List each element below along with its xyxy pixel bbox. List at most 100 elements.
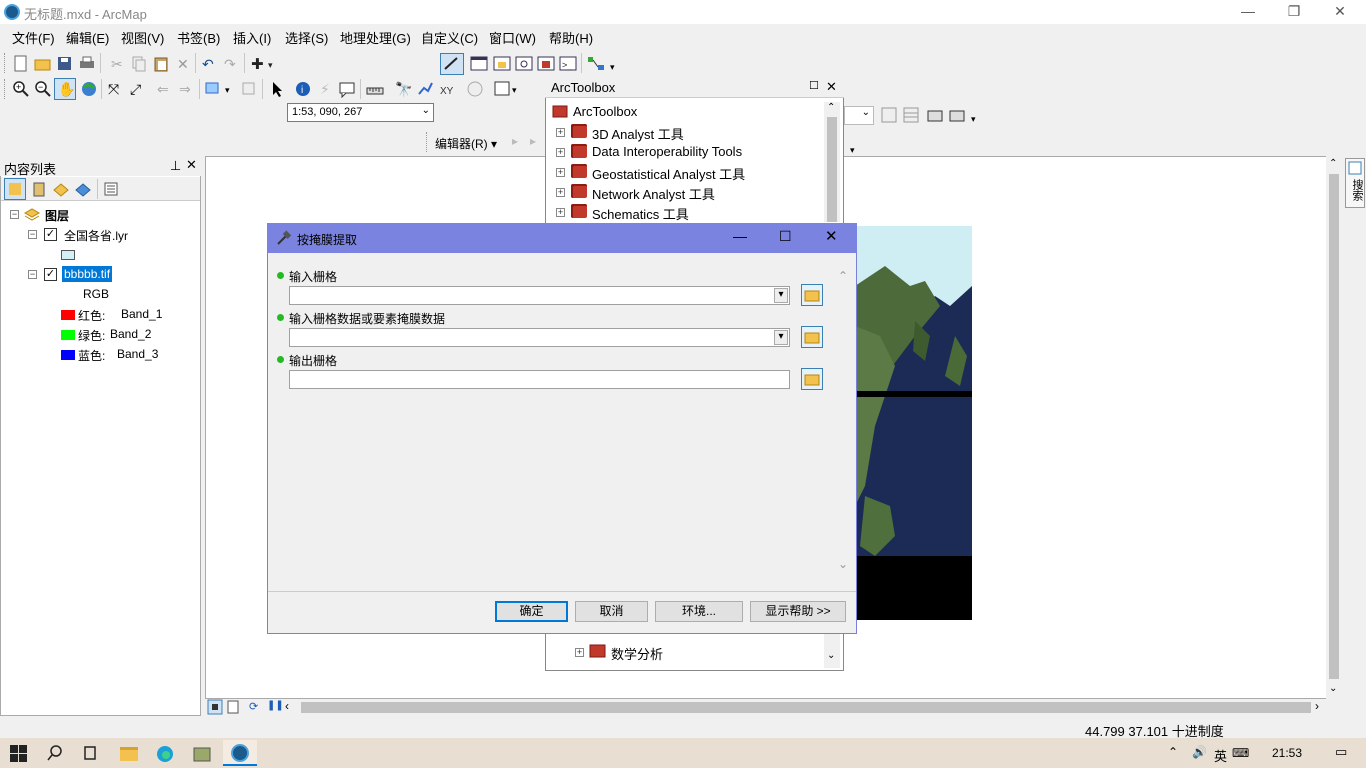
browse-folder-icon[interactable] — [801, 326, 823, 348]
browse-folder-icon[interactable] — [801, 368, 823, 390]
scroll-thumb[interactable] — [301, 702, 1311, 713]
maximize-icon[interactable]: ☐ — [779, 228, 792, 245]
table-icon[interactable] — [902, 106, 920, 124]
go-to-xy-icon[interactable]: XY — [438, 80, 456, 98]
toolbox-scrollbar-bottom[interactable]: ⌄ — [824, 634, 840, 668]
save-icon[interactable] — [56, 55, 74, 73]
zoom-in-icon[interactable]: + — [12, 80, 30, 98]
layer-visibility-checkbox[interactable]: ✓ — [44, 268, 57, 281]
hyperlink-icon[interactable]: ⚡ — [316, 80, 334, 98]
scroll-up-icon[interactable]: ⌃ — [827, 102, 835, 113]
input-method-label[interactable]: 英 — [1214, 746, 1227, 765]
zoom-out-icon[interactable]: − — [34, 80, 52, 98]
toolbar-overflow-icon[interactable]: ▾ — [610, 62, 615, 73]
add-data-icon[interactable]: ✚ ▾ — [250, 55, 278, 73]
toolbox-item[interactable]: Data Interoperability Tools — [592, 144, 742, 159]
search-icon[interactable] — [46, 744, 64, 762]
restore-button[interactable]: ❐ — [1271, 0, 1317, 24]
catalog-window-icon[interactable] — [493, 55, 511, 73]
browse-folder-icon[interactable] — [801, 284, 823, 306]
print-icon[interactable] — [78, 55, 96, 73]
toolbar-grip[interactable] — [426, 132, 429, 152]
select-elements-icon[interactable] — [268, 80, 286, 98]
copy-icon[interactable] — [130, 55, 148, 73]
close-icon[interactable]: ✕ — [826, 79, 837, 95]
pause-drawing-icon[interactable]: ❚❚ — [267, 700, 284, 711]
identify-icon[interactable]: i — [294, 80, 312, 98]
scroll-thumb[interactable] — [1329, 174, 1339, 679]
fixed-zoom-out-icon[interactable]: ⤢ — [129, 80, 147, 98]
options-icon[interactable] — [102, 180, 120, 198]
list-by-drawing-order-icon[interactable] — [4, 178, 26, 200]
menu-bookmarks[interactable]: 书签(B) — [177, 28, 220, 47]
layer-visibility-checkbox[interactable]: ✓ — [44, 228, 57, 241]
task-view-icon[interactable] — [81, 744, 99, 762]
expand-toggle[interactable]: + — [556, 148, 565, 157]
arcmap-taskbar-button[interactable] — [223, 740, 257, 766]
expand-collapse-toggle[interactable]: − — [10, 210, 19, 219]
search-window-icon[interactable] — [515, 55, 533, 73]
scroll-up-icon[interactable]: ⌃ — [838, 269, 848, 283]
menu-help[interactable]: 帮助(H) — [549, 28, 593, 47]
toolbox-item[interactable]: Network Analyst 工具 — [592, 184, 715, 203]
scroll-down-icon[interactable]: ⌄ — [1329, 683, 1337, 694]
toolbox-item[interactable]: Schematics 工具 — [592, 204, 689, 223]
windows-start-icon[interactable] — [10, 745, 27, 762]
data-view-icon[interactable] — [207, 699, 223, 715]
paste-icon[interactable] — [152, 55, 170, 73]
toolset-item[interactable]: 数学分析 — [611, 644, 663, 663]
layer-combobox[interactable]: ⌄ — [844, 106, 874, 125]
redo-icon[interactable]: ↷ — [222, 55, 240, 73]
toolbar-overflow-icon[interactable]: ▾ — [971, 114, 976, 125]
input-raster-combobox[interactable]: ▾ — [289, 286, 790, 305]
refresh-icon[interactable]: ⟳ — [249, 700, 258, 713]
toolbar-overflow-icon[interactable]: ▾ — [850, 145, 855, 156]
scroll-thumb[interactable] — [827, 117, 837, 222]
back-extent-icon[interactable]: ⇐ — [155, 80, 173, 98]
menu-windows[interactable]: 窗口(W) — [489, 28, 536, 47]
find-route-icon[interactable] — [416, 80, 434, 98]
ok-button[interactable]: 确定 — [495, 601, 568, 622]
expand-collapse-toggle[interactable]: − — [28, 230, 37, 239]
toolbar-grip[interactable] — [4, 53, 7, 73]
minimize-icon[interactable]: — — [733, 228, 747, 244]
scroll-right-icon[interactable]: › — [1315, 699, 1319, 713]
arccatalog-icon[interactable] — [192, 744, 212, 764]
close-icon[interactable]: ✕ — [825, 227, 838, 245]
undo-icon[interactable]: ↶ — [200, 55, 218, 73]
html-popup-icon[interactable] — [338, 80, 356, 98]
expand-toggle[interactable]: + — [556, 208, 565, 217]
rotate-icon[interactable] — [926, 106, 944, 124]
list-by-source-icon[interactable] — [30, 180, 48, 198]
create-viewer-window-icon[interactable]: ▾ — [494, 80, 520, 98]
pin-icon[interactable]: ⊥ — [170, 158, 181, 174]
editor-menu-button[interactable]: 编辑器(R) ▾ — [435, 135, 497, 152]
map-scale-combobox[interactable]: 1:53, 090, 267 ⌄ — [287, 103, 434, 122]
minimize-button[interactable]: — — [1225, 0, 1271, 24]
maximize-icon[interactable]: ☐ — [809, 79, 819, 92]
find-icon[interactable]: 🔭 — [394, 80, 412, 98]
speaker-icon[interactable]: 🔊 — [1192, 745, 1207, 759]
toolbar-grip[interactable] — [4, 79, 7, 99]
dialog-scrollbar[interactable]: ⌃ ⌄ — [836, 265, 852, 580]
layer-symbol-swatch[interactable] — [61, 250, 75, 260]
toolbox-item[interactable]: Geostatistical Analyst 工具 — [592, 164, 745, 183]
layout-view-icon[interactable] — [225, 699, 241, 715]
keyboard-icon[interactable]: ⌨ — [1232, 746, 1249, 760]
python-window-icon[interactable]: >_ — [559, 55, 577, 73]
scroll-up-icon[interactable]: ⌃ — [1329, 158, 1337, 169]
measure-icon[interactable] — [366, 80, 384, 98]
edit-tool-icon[interactable]: ▸ — [512, 134, 518, 148]
expand-toggle[interactable]: + — [575, 648, 584, 657]
scroll-left-icon[interactable]: ‹ — [285, 699, 289, 713]
show-help-button[interactable]: 显示帮助 >> — [750, 601, 846, 622]
menu-selection[interactable]: 选择(S) — [285, 28, 328, 47]
chevron-up-icon[interactable]: ⌃ — [1168, 745, 1178, 759]
menu-insert[interactable]: 插入(I) — [233, 28, 271, 47]
layer-name-label[interactable]: bbbbb.tif — [62, 266, 113, 282]
expand-toggle[interactable]: + — [556, 188, 565, 197]
menu-edit[interactable]: 编辑(E) — [66, 28, 109, 47]
chevron-down-icon[interactable]: ▾ — [774, 330, 788, 345]
edit-annotation-icon[interactable]: ▸ — [530, 134, 536, 148]
open-folder-icon[interactable] — [34, 55, 52, 73]
